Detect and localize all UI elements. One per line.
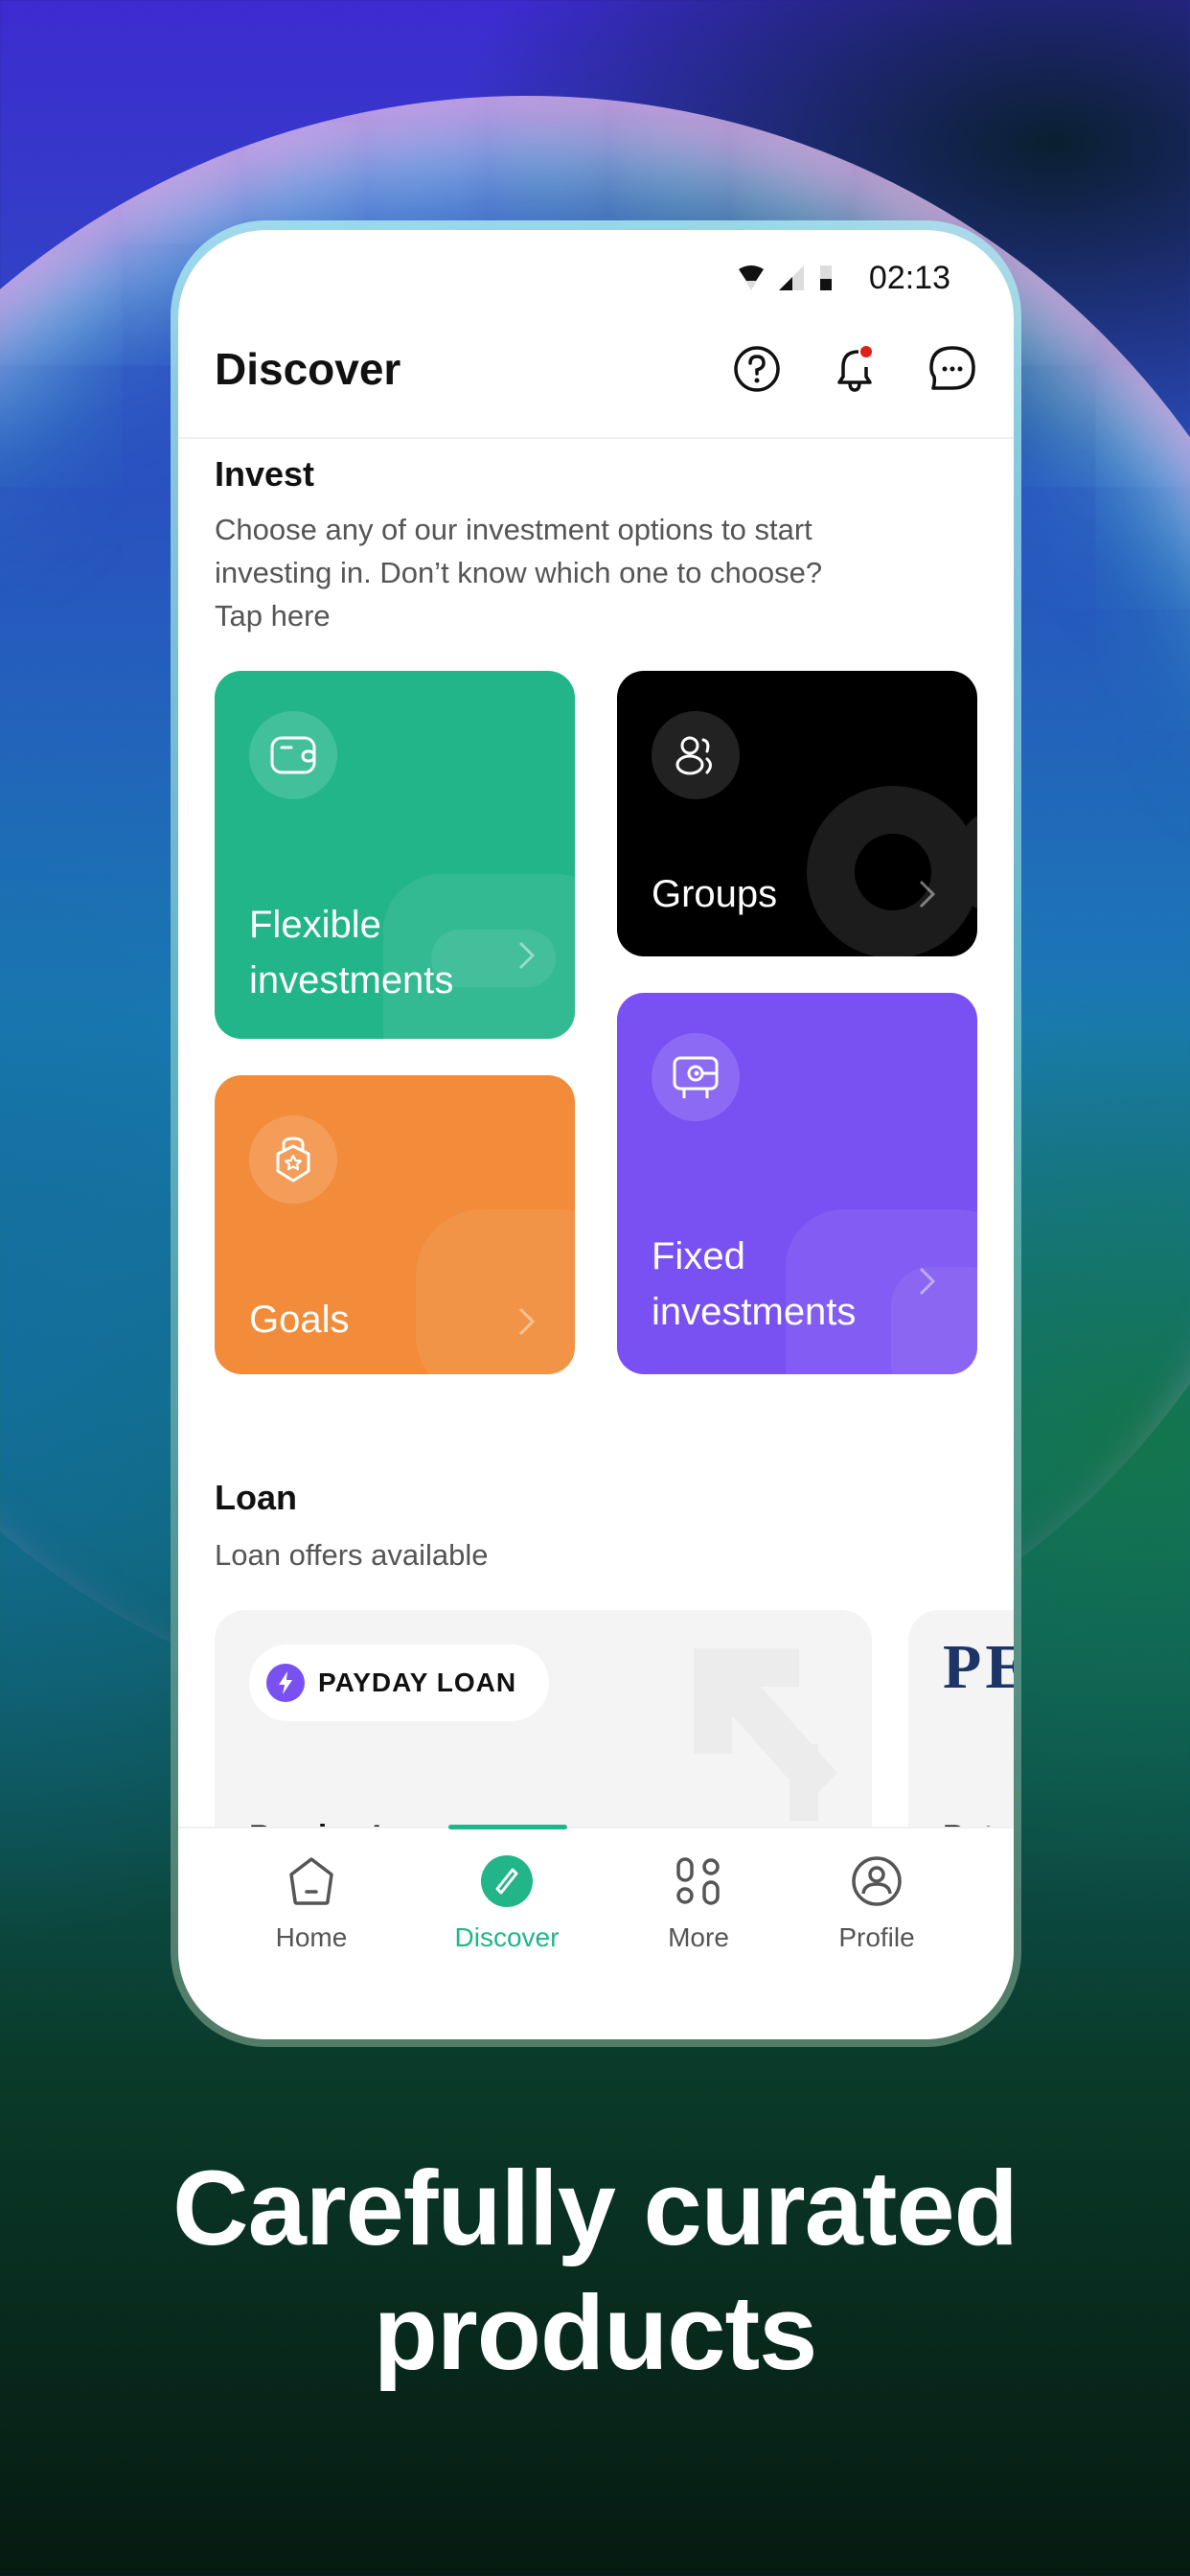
payday-loan-card[interactable]: PAYDAY LOAN Payday Loans — [215, 1610, 872, 1859]
phone-screen: 02:13 Discover Invest Choose any of our … — [178, 230, 1014, 2039]
chat-button[interactable] — [927, 344, 977, 394]
groups-card[interactable]: Groups — [617, 671, 977, 956]
invest-description-text: Choose any of our investment options to … — [215, 513, 823, 589]
flexible-investments-label: Flexible investments — [249, 904, 454, 1001]
flexible-investments-card[interactable]: Flexible investments — [215, 671, 575, 1039]
chat-icon — [929, 346, 975, 390]
fixed-investments-card[interactable]: Fixed investments — [617, 993, 977, 1374]
wallet-icon — [270, 736, 316, 774]
goals-card[interactable]: Goals — [215, 1075, 575, 1374]
chevron-right-icon — [518, 941, 536, 970]
goals-label: Goals — [249, 1299, 350, 1341]
battery-icon — [819, 265, 832, 290]
decorative-arrow-icon — [694, 1648, 837, 1821]
chevron-right-icon — [518, 1307, 536, 1336]
chevron-right-icon — [919, 880, 936, 908]
cellular-signal-icon — [778, 265, 804, 290]
profile-icon — [852, 1856, 902, 1906]
wifi-icon — [738, 265, 764, 290]
tap-here-link[interactable]: Tap here — [215, 599, 331, 632]
help-button[interactable] — [732, 344, 782, 394]
app-header: Discover — [215, 335, 977, 402]
notification-bell-icon — [837, 346, 872, 392]
loan-subtitle: Loan offers available — [215, 1538, 489, 1572]
home-icon — [289, 1857, 333, 1905]
grid-icon — [676, 1857, 720, 1905]
compass-icon — [481, 1855, 533, 1907]
goal-lock-star-icon — [276, 1137, 310, 1183]
status-bar: 02:13 — [737, 259, 950, 297]
lender-logo: PE — [943, 1632, 1014, 1702]
active-tab-indicator — [448, 1825, 567, 1829]
fixed-investments-label: Fixed investments — [652, 1235, 857, 1333]
page-title: Discover — [215, 344, 401, 394]
nav-tab-more[interactable]: More — [627, 1855, 770, 1953]
invest-description: Choose any of our investment options to … — [215, 508, 904, 637]
second-loan-card[interactable]: PE Petr — [908, 1610, 1014, 1859]
help-icon — [734, 346, 780, 392]
group-icon — [675, 736, 712, 775]
header-divider — [178, 437, 1014, 439]
nav-tab-discover[interactable]: Discover — [435, 1855, 579, 1953]
bottom-navigation: Home Discover More Profile — [178, 1825, 1014, 2039]
notification-dot — [860, 346, 872, 357]
groups-label: Groups — [652, 873, 778, 915]
payday-loan-badge: PAYDAY LOAN — [249, 1644, 550, 1721]
invest-section-title: Invest — [215, 454, 315, 494]
loan-section-title: Loan — [215, 1478, 297, 1517]
header-actions — [732, 344, 977, 394]
status-time: 02:13 — [868, 259, 950, 296]
notifications-button[interactable] — [830, 344, 880, 394]
nav-tab-home[interactable]: Home — [240, 1855, 383, 1953]
nav-tab-profile[interactable]: Profile — [805, 1855, 949, 1953]
chevron-right-icon — [919, 1267, 936, 1296]
lightning-icon — [266, 1664, 305, 1702]
marketing-headline: Carefully curated products — [172, 2150, 1018, 2392]
safe-icon — [673, 1056, 719, 1098]
